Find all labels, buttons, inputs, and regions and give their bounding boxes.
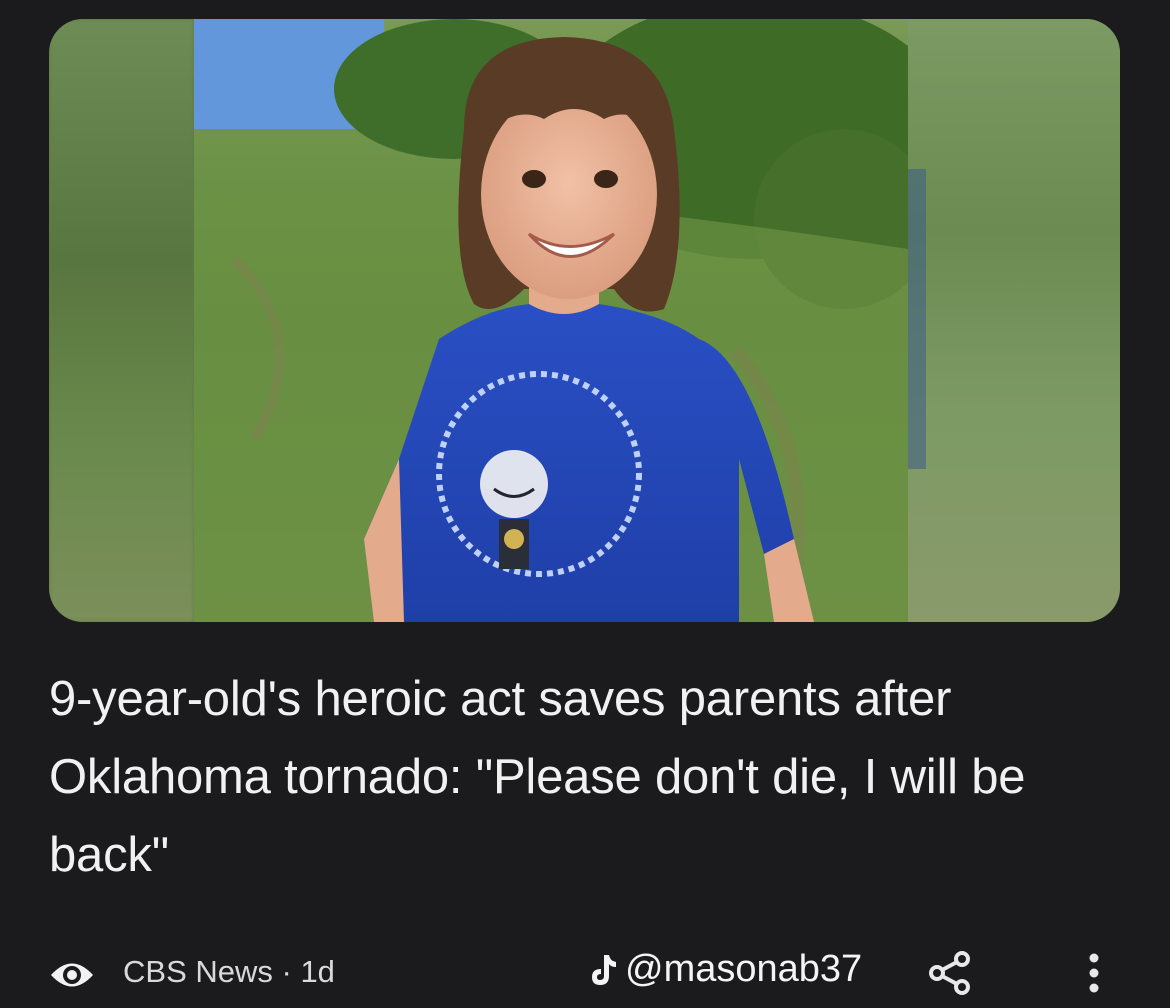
more-vertical-icon[interactable] — [1079, 950, 1109, 996]
tiktok-watermark: @masonab37 — [587, 948, 862, 991]
article-headline[interactable]: 9-year-old's heroic act saves parents af… — [49, 660, 1129, 894]
card-footer: CBS News · 1d @masonab37 — [49, 942, 1120, 1002]
article-age: 1d — [300, 954, 335, 989]
image-blur-left — [49, 19, 194, 622]
news-card[interactable]: 9-year-old's heroic act saves parents af… — [0, 0, 1170, 1008]
boy-photo — [194, 19, 908, 622]
tiktok-note-icon — [592, 954, 616, 985]
source-name[interactable]: CBS News — [123, 954, 273, 989]
article-image[interactable] — [49, 19, 1120, 622]
watermark-handle: @masonab37 — [625, 948, 863, 990]
cbs-eye-icon — [51, 963, 93, 987]
source-separator: · — [272, 954, 301, 989]
source-line[interactable]: CBS News · 1d — [123, 954, 335, 990]
share-icon[interactable] — [927, 950, 973, 996]
image-blur-right — [908, 19, 1120, 622]
